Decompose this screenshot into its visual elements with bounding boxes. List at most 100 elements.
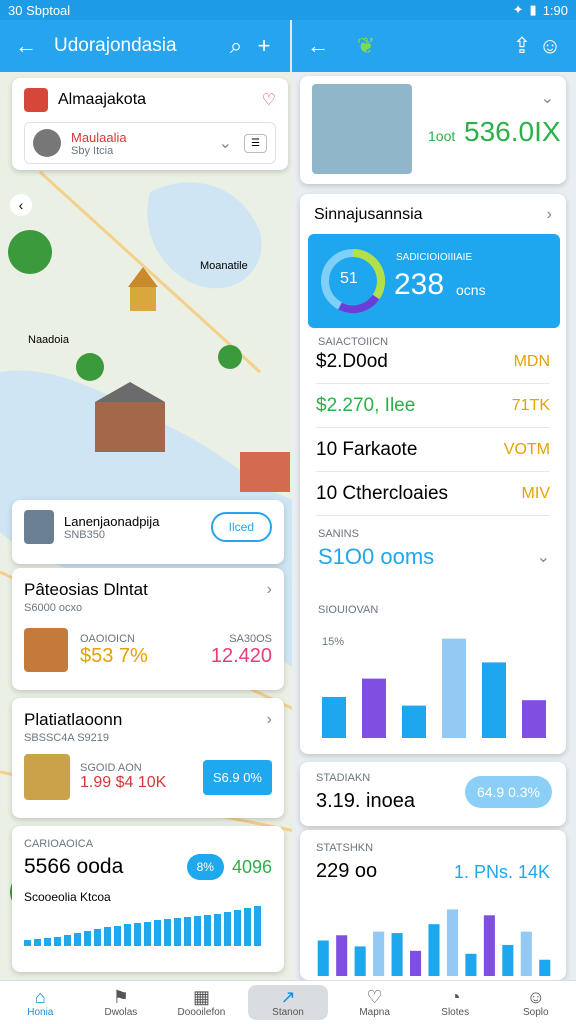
nav-label: Dwolas (104, 1007, 138, 1018)
app-logo-icon (24, 88, 48, 112)
nav-home[interactable]: ⌂ Honia (0, 981, 81, 1024)
chevron-down-icon[interactable]: ⌄ (219, 133, 232, 153)
status-bar: 30 Sbptoal ✦ ▮ 1:90 (0, 0, 576, 20)
filter-icon[interactable]: ☰ (244, 133, 267, 153)
chart-bar (354, 946, 366, 976)
chart-icon: ▦ (192, 987, 210, 1007)
plat-card[interactable]: Platiatlaoonn › SBSSC4A S9219 SGOID AON … (12, 698, 284, 818)
temple-thumbnail (24, 628, 68, 672)
stat1-label: STADIAKN (316, 772, 371, 784)
nav-doooilefon[interactable]: ▦ Doooilefon (161, 981, 242, 1024)
nav-stanon[interactable]: ↗ Stanon (247, 985, 329, 1020)
top-card[interactable]: ⌄ 1oot 536.0IX (300, 76, 566, 184)
hotel-thumbnail (24, 510, 54, 544)
chevron-right-icon[interactable]: › (547, 206, 552, 224)
col2-value: 12.420 (210, 644, 272, 667)
camp-pill: 8% (186, 854, 224, 880)
chart-bar (442, 638, 466, 738)
chart-bar (428, 924, 440, 976)
signal-icon: ▮ (529, 2, 537, 17)
building-thumbnail (312, 84, 412, 174)
ratio-label: 1oot (428, 128, 456, 144)
search-card: Almaajakota ♡ Maulaalia Sby Itcia ⌄ ☰ (12, 78, 288, 170)
back-arrow-icon[interactable]: ← (304, 33, 332, 59)
chart-bar (373, 931, 385, 976)
search-icon[interactable]: ⌕ (222, 33, 250, 59)
chevron-down-icon[interactable]: ⌄ (537, 547, 550, 567)
hotel-action-button[interactable]: Ilced (210, 512, 272, 542)
stat-row-label: $2.D0od (316, 350, 388, 372)
heart-icon[interactable]: ♡ (262, 90, 276, 110)
summary-title: Sinnajusannsia (314, 206, 423, 223)
nav-label: Soplo (522, 1007, 549, 1018)
stat-row[interactable]: $2.D0od MDN (316, 340, 550, 384)
camp-label: CARIOAOICA (24, 838, 94, 850)
hero-panel: 51 SADICIOIOIIIAIE 238 ocns (308, 234, 560, 328)
col1-value: $53 7% (80, 644, 148, 667)
stat-row[interactable]: 10 Farkaote VOTM (316, 428, 550, 472)
route-icon: ↗ (280, 987, 296, 1007)
camp-value: 5566 ooda (24, 855, 124, 878)
stat-row-label: 10 Farkaote (316, 438, 418, 460)
map-label: Naadoia (28, 334, 69, 346)
chart-bar (391, 933, 403, 976)
profile-icon[interactable]: ☺ (536, 33, 564, 59)
avatar (33, 129, 61, 157)
chevron-right-icon[interactable]: › (267, 581, 272, 599)
stat-row[interactable]: $2.270, Ilee 71TK (316, 384, 550, 428)
col2-label: SA30OS (229, 632, 272, 645)
col1-label: OAOIOICN (80, 632, 136, 645)
chart-bar (520, 931, 532, 976)
nav-label: Slotes (441, 1007, 470, 1018)
dial-value: 51 (340, 270, 358, 287)
nav-slotes[interactable]: ◔ Slotes (415, 981, 496, 1024)
left-app-bar: ← Udorajondasia ⌕ + (0, 20, 290, 72)
hero-label: SADICIOIOIIIAIE (396, 252, 473, 263)
hotel-card[interactable]: Lanenjaonadpija SNB350 Ilced (12, 500, 284, 564)
heart-icon: ♡ (366, 987, 383, 1007)
hero-value: 238 (394, 268, 445, 301)
chevron-down-icon[interactable]: ⌄ (541, 88, 554, 108)
chevron-right-icon[interactable]: › (267, 711, 272, 729)
stat-card-1[interactable]: STADIAKN 3.19. inoea 64.9 0.3% (300, 762, 566, 826)
left-app-title: Udorajondasia (54, 35, 177, 56)
nav-mapna[interactable]: ♡ Mapna (334, 981, 415, 1024)
chart-bar (362, 678, 386, 738)
hotel-title: Lanenjaonadpija (64, 513, 160, 529)
pattern-card[interactable]: Pâteosias Dlntat › S6000 ocxo OAOIOICN $… (12, 568, 284, 690)
nav-soplo[interactable]: ☺ Soplo (495, 981, 576, 1024)
nav-label: Honia (27, 1007, 54, 1018)
chevron-left-icon[interactable]: ‹ (10, 194, 32, 216)
nav-label: Stanon (272, 1007, 304, 1018)
camp-card[interactable]: CARIOAOICA 5566 ooda 8% 4096 Scooeolia K… (12, 826, 284, 972)
add-icon[interactable]: + (250, 33, 278, 59)
stat-row[interactable]: 10 Cthercloaies MIV (316, 472, 550, 516)
chart-bar (410, 950, 422, 976)
chart-bar (322, 696, 346, 738)
chart-bar (336, 935, 348, 976)
chart-bar (446, 909, 458, 976)
ratio-value: 536.0IX (464, 116, 561, 147)
nav-label: Mapna (359, 1007, 390, 1018)
sales-value: S1O0 ooms (318, 544, 435, 569)
flag-icon: ⚑ (112, 987, 129, 1007)
stat-row-value: VOTM (503, 440, 550, 458)
stat1-pill: 64.9 0.3% (464, 776, 552, 808)
bottom-navigation: ⌂ Honia ⚑ Dwolas ▦ Doooilefon ↗ Stanon ♡ Mapn… (0, 980, 576, 1024)
hero-unit: ocns (456, 282, 486, 298)
chart-title: SIOUIOVAN (318, 604, 379, 616)
back-arrow-icon[interactable]: ← (12, 33, 40, 59)
status-left: 30 Sbptoal (8, 2, 71, 18)
stat1-value: 3.19. inoea (316, 790, 415, 812)
right-app-bar: ← ❦ ⇪ ☺ (292, 20, 576, 72)
plat-title: Platiatlaoonn (24, 710, 123, 729)
stat-card-2[interactable]: STATSHKN 229 oo 1. PNs. 14K (300, 830, 566, 980)
stat2-label: STATSHKN (316, 842, 374, 854)
stat2-value: 229 oo (316, 860, 378, 882)
nav-dwolas[interactable]: ⚑ Dwolas (81, 981, 162, 1024)
chart-bar (402, 705, 426, 738)
plat-item-label: SGOID AON (80, 762, 142, 774)
summary-bar-chart (322, 638, 546, 738)
share-icon[interactable]: ⇪ (508, 33, 536, 59)
chart-bar (539, 959, 551, 976)
